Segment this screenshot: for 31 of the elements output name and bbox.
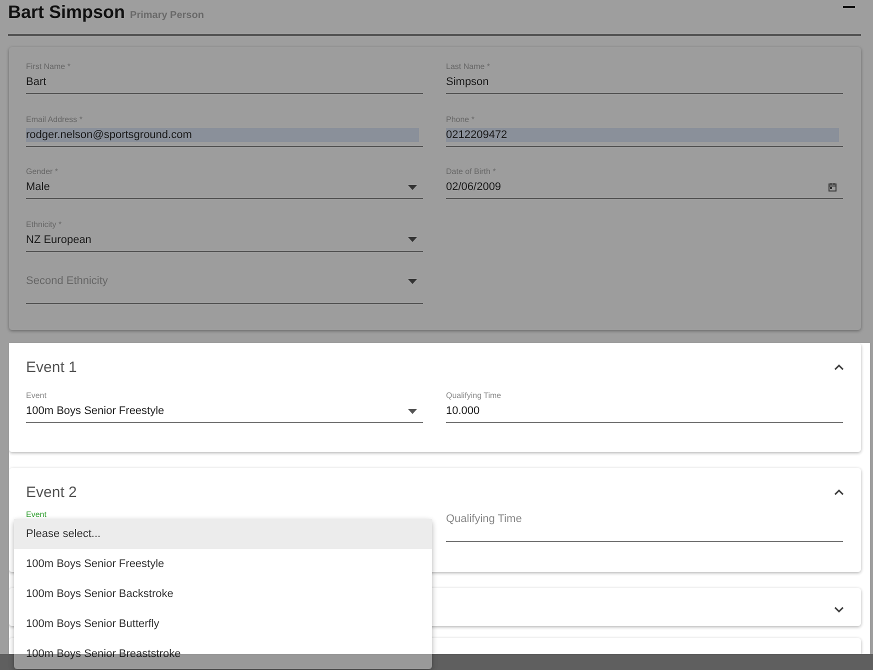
field-label: Qualifying Time: [446, 390, 502, 401]
input-field[interactable]: Qualifying Time 10.000: [446, 386, 843, 423]
field-label: Event: [26, 390, 48, 401]
field-value: 100m Boys Senior Freestyle: [26, 405, 164, 417]
field-placeholder: Qualifying Time: [446, 513, 522, 525]
dropdown-option[interactable]: 100m Boys Senior Freestyle: [14, 549, 432, 579]
field-value: 0212209472: [446, 128, 508, 140]
field-value: Male: [26, 181, 50, 193]
field-label: Event: [26, 509, 48, 520]
dropdown-option[interactable]: 100m Boys Senior Backstroke: [14, 579, 432, 609]
person-name: Bart Simpson: [8, 1, 126, 24]
event-title: Event 2: [26, 484, 77, 500]
chevron-up-icon[interactable]: [834, 364, 844, 370]
event-title: Event 1: [26, 358, 77, 376]
field-value: 10.000: [446, 405, 480, 417]
field-value: Simpson: [446, 76, 489, 88]
chevron-down-icon[interactable]: [834, 607, 844, 613]
dropdown-option[interactable]: 100m Boys Senior Butterfly: [14, 609, 432, 639]
caret-icon: [408, 408, 417, 414]
field-value: rodger.nelson@sportsground.com: [26, 128, 192, 140]
select-field[interactable]: Event 100m Boys Senior Freestyle: [26, 386, 423, 423]
field-value: Bart: [26, 76, 46, 88]
field-value: 02/06/2009: [446, 181, 502, 193]
field-value: NZ European: [26, 234, 92, 246]
caret-icon: [408, 278, 417, 284]
input-field[interactable]: Qualifying Time: [446, 505, 843, 542]
calendar-icon[interactable]: [828, 182, 837, 192]
caret-icon: [408, 237, 417, 242]
chevron-up-icon[interactable]: [834, 489, 844, 495]
dropdown-option[interactable]: Please select...: [14, 519, 432, 549]
caret-icon: [408, 184, 417, 190]
